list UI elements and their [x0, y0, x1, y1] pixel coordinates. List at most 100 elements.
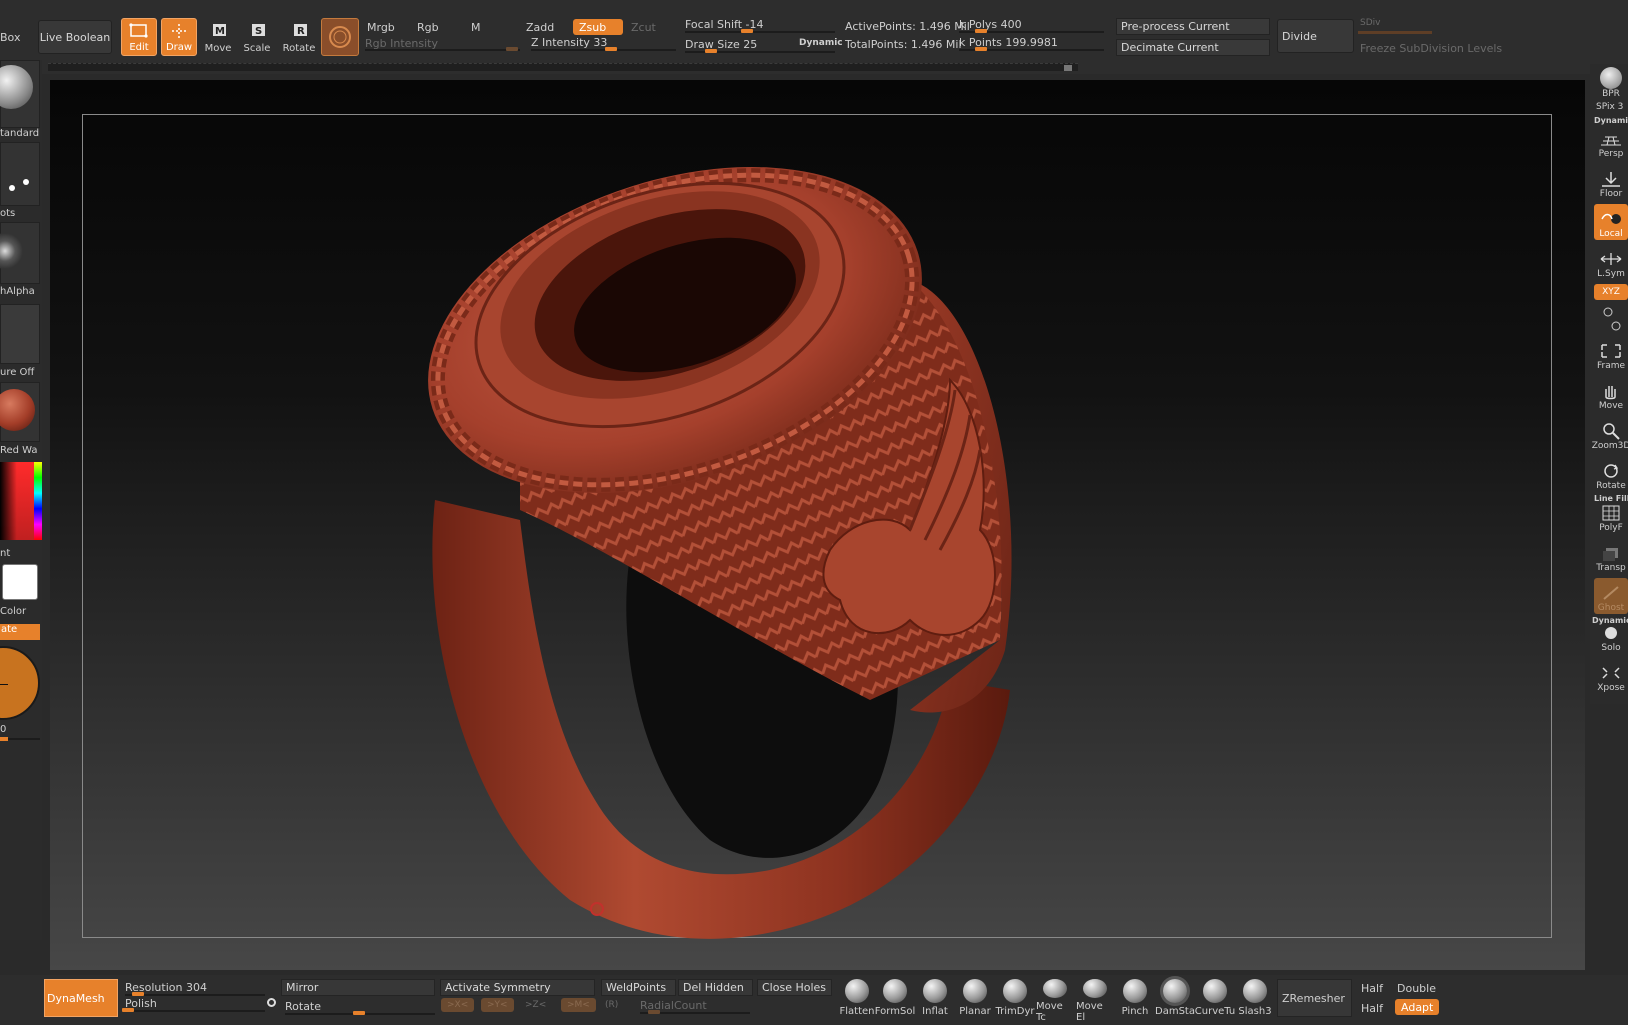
sym-x-button[interactable]: >X< — [441, 998, 475, 1012]
spix-slider[interactable]: SPix 3 — [1596, 102, 1623, 112]
sdiv-slider[interactable]: SDiv — [1360, 18, 1380, 28]
rotate-button[interactable]: R Rotate — [281, 18, 317, 56]
z-intensity-knob[interactable] — [605, 47, 617, 51]
brush-slot[interactable] — [0, 60, 40, 128]
draw-size-slider[interactable]: Draw Size 25 — [685, 38, 757, 51]
k-polys-knob[interactable] — [975, 29, 987, 33]
polyf-button[interactable]: PolyF — [1594, 498, 1628, 534]
dynamic-toggle[interactable]: Dynamic — [799, 38, 843, 48]
k-points-knob[interactable] — [975, 47, 987, 51]
mirror-button[interactable]: Mirror — [281, 979, 435, 996]
close-holes-button[interactable]: Close Holes — [757, 979, 832, 996]
sym-y-button[interactable]: >Y< — [481, 998, 514, 1012]
zremesher-button[interactable]: ZRemesher — [1277, 979, 1352, 1017]
rotate-axis-icons[interactable] — [1598, 304, 1624, 334]
adapt-button[interactable]: Adapt — [1395, 999, 1440, 1015]
live-boolean-button[interactable]: Live Boolean — [38, 20, 112, 54]
switch-color-label[interactable]: Color — [0, 606, 26, 617]
value-track[interactable] — [0, 737, 40, 741]
stroke-dial[interactable] — [0, 646, 40, 720]
xyz-button[interactable]: XYZ — [1594, 284, 1628, 300]
rotate-slider[interactable]: Rotate — [285, 1000, 321, 1013]
brush-slash3[interactable]: Slash3 — [1236, 979, 1274, 1023]
zcut-button[interactable]: Zcut — [625, 19, 662, 35]
floor-button[interactable]: Floor — [1594, 164, 1628, 200]
divide-button[interactable]: Divide — [1277, 19, 1354, 53]
persp-button[interactable]: Persp — [1594, 124, 1628, 160]
rotate-view-button[interactable]: Rotate — [1594, 456, 1628, 492]
decimate-current-button[interactable]: Decimate Current — [1116, 39, 1270, 56]
draw-button[interactable]: Draw — [161, 18, 197, 56]
k-polys-slider[interactable]: k Polys 400 — [959, 18, 1022, 31]
transp-button[interactable]: Transp — [1594, 538, 1628, 574]
draw-size-knob[interactable] — [705, 49, 717, 53]
box-label[interactable]: Box — [0, 31, 20, 44]
persp-label: Persp — [1598, 149, 1624, 159]
bpr-button[interactable]: BPR — [1594, 64, 1628, 100]
zadd-button[interactable]: Zadd — [520, 19, 560, 35]
viewport-scroll-strip[interactable] — [48, 63, 1078, 71]
polish-toggle[interactable] — [267, 998, 276, 1007]
local-button[interactable]: Local — [1594, 204, 1628, 240]
xyz-label: XYZ — [1602, 286, 1620, 297]
active-brush-thumbnail[interactable] — [321, 18, 359, 56]
k-points-slider[interactable]: k Points 199.9981 — [959, 36, 1058, 49]
half-button-1[interactable]: Half — [1361, 982, 1383, 995]
brush-damstandard[interactable]: DamSta — [1155, 979, 1195, 1023]
zsub-button[interactable]: Zsub — [573, 19, 623, 35]
alternate-button[interactable]: ate — [0, 624, 40, 640]
brush-curvetube-label: CurveTu — [1194, 1006, 1236, 1017]
color-picker[interactable] — [0, 462, 42, 540]
activate-symmetry-button[interactable]: Activate Symmetry — [440, 979, 595, 996]
alpha-slot[interactable] — [0, 222, 40, 284]
m-button[interactable]: M — [465, 19, 487, 35]
mrgb-button[interactable]: Mrgb — [361, 19, 401, 35]
stroke-slot[interactable] — [0, 142, 40, 206]
z-intensity-slider[interactable]: Z Intensity 33 — [531, 36, 607, 49]
polish-knob[interactable] — [122, 1008, 134, 1012]
edit-button[interactable]: Edit — [121, 18, 157, 56]
lsym-button[interactable]: L.Sym — [1594, 244, 1628, 280]
xpose-button[interactable]: Xpose — [1594, 658, 1628, 694]
brush-curvetube[interactable]: CurveTu — [1194, 979, 1236, 1023]
focal-shift-knob[interactable] — [741, 29, 753, 33]
brush-inflat[interactable]: Inflat — [916, 979, 954, 1023]
dynamesh-button[interactable]: DynaMesh — [44, 979, 118, 1017]
radial-count-knob[interactable] — [648, 1010, 660, 1014]
brush-formsoft-label: FormSol — [874, 1006, 916, 1017]
half-button-2[interactable]: Half — [1361, 1002, 1383, 1015]
freeze-subdivision-button[interactable]: Freeze SubDivision Levels — [1360, 42, 1502, 55]
zoom3d-button[interactable]: Zoom3D — [1592, 416, 1628, 452]
double-button[interactable]: Double — [1397, 982, 1436, 995]
scale-button[interactable]: S Scale — [239, 18, 275, 56]
weld-points-button[interactable]: WeldPoints — [601, 979, 676, 996]
sym-r-button[interactable]: (R) — [605, 1000, 618, 1010]
ring-model[interactable] — [50, 80, 1585, 970]
rgb-button[interactable]: Rgb — [411, 19, 445, 35]
document-canvas[interactable] — [50, 80, 1585, 970]
solo-button[interactable]: Solo — [1594, 618, 1628, 654]
texture-slot[interactable] — [0, 304, 40, 364]
del-hidden-button[interactable]: Del Hidden — [678, 979, 753, 996]
resolution-knob[interactable] — [132, 992, 144, 996]
rgb-intensity-knob[interactable] — [506, 47, 518, 51]
brush-pinch[interactable]: Pinch — [1116, 979, 1154, 1023]
brush-move-topological[interactable]: Move Tc — [1036, 979, 1074, 1023]
brush-formsoft[interactable]: FormSol — [874, 979, 916, 1023]
sym-z-button[interactable]: >Z< — [519, 998, 552, 1012]
move-button[interactable]: M Move — [200, 18, 236, 56]
brush-move-elastic[interactable]: Move El — [1076, 979, 1114, 1023]
scroll-thumb[interactable] — [1064, 65, 1072, 71]
frame-button[interactable]: Frame — [1594, 336, 1628, 372]
sym-m-button[interactable]: >M< — [561, 998, 596, 1012]
material-slot[interactable] — [0, 382, 40, 442]
preprocess-current-button[interactable]: Pre-process Current — [1116, 18, 1270, 35]
brush-trimdynamic[interactable]: TrimDyr — [996, 979, 1035, 1023]
hue-strip[interactable] — [34, 462, 42, 540]
main-color-swatch[interactable] — [2, 564, 38, 600]
brush-flatten[interactable]: Flatten — [838, 979, 876, 1023]
brush-planar[interactable]: Planar — [956, 979, 994, 1023]
ghost-button[interactable]: Ghost — [1594, 578, 1628, 614]
move-view-button[interactable]: Move — [1594, 376, 1628, 412]
rotate-knob[interactable] — [353, 1011, 365, 1015]
